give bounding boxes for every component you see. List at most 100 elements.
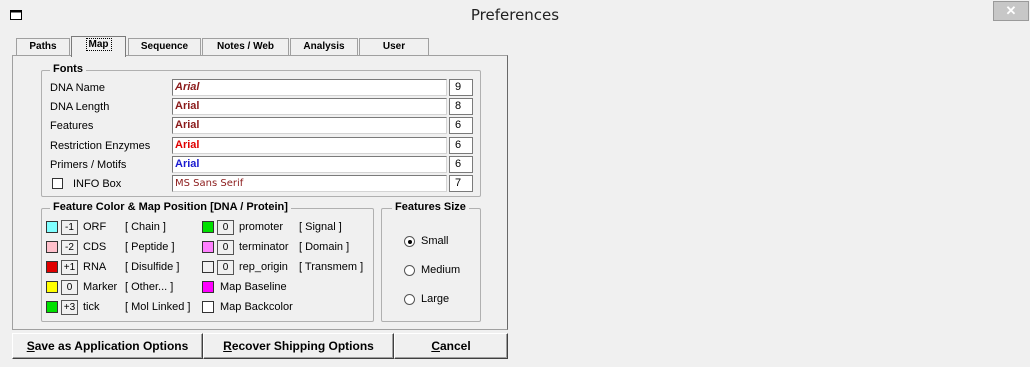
save-as-application-options-button[interactable]: Save as Application Options [12, 333, 203, 359]
tab-label: Map [85, 38, 112, 51]
map-position-field[interactable]: 0 [217, 220, 234, 235]
protein-feature: [ Mol Linked ] [125, 301, 191, 313]
window-title: Preferences [470, 6, 560, 24]
tab-map[interactable]: Map [71, 36, 126, 57]
font-size-field[interactable]: 6 [449, 137, 473, 154]
feature-color-legend: Feature Color & Map Position [DNA / Prot… [50, 201, 291, 213]
font-size-field[interactable]: 8 [449, 98, 473, 115]
feature-name: rep_origin [239, 261, 288, 273]
font-row-primers-motifs: Primers / Motifs Arial 6 [42, 156, 482, 174]
protein-feature: [ Chain ] [125, 221, 166, 233]
map-position-field[interactable]: -2 [61, 240, 78, 255]
font-size-field[interactable]: 9 [449, 79, 473, 96]
button-label: ecover Shipping Options [231, 339, 374, 353]
tab-user[interactable]: User [359, 38, 429, 56]
tab-label: Paths [29, 41, 57, 52]
color-swatch[interactable] [202, 241, 214, 253]
font-row-label: Primers / Motifs [50, 159, 127, 171]
feature-item-promoter: 0 promoter [ Signal ] [202, 220, 372, 236]
feature-name: promoter [239, 221, 284, 233]
info-box-checkbox[interactable] [52, 178, 63, 189]
color-swatch[interactable] [46, 301, 58, 313]
feature-item-cds: -2 CDS [ Peptide ] [46, 240, 206, 256]
button-accelerator: R [223, 339, 232, 353]
recover-shipping-options-button[interactable]: Recover Shipping Options [203, 333, 394, 359]
tab-paths[interactable]: Paths [16, 38, 70, 56]
font-name-field[interactable]: Arial [172, 98, 447, 115]
font-name-field[interactable]: MS Sans Serif [172, 175, 447, 192]
feature-color-group: Feature Color & Map Position [DNA / Prot… [41, 201, 374, 322]
map-baseline-label: Map Baseline [220, 281, 287, 293]
color-swatch[interactable] [202, 261, 214, 273]
feature-name: Marker [83, 281, 118, 293]
feature-item-rep-origin: 0 rep_origin [ Transmem ] [202, 260, 372, 276]
feature-name: RNA [83, 261, 107, 273]
color-swatch[interactable] [46, 241, 58, 253]
font-row-label: Restriction Enzymes [50, 140, 151, 152]
font-name-field[interactable]: Arial [172, 117, 447, 134]
close-icon: ✕ [1005, 3, 1017, 18]
tab-label: User [382, 41, 406, 52]
map-baseline-item: Map Baseline [202, 280, 372, 296]
font-row-restriction-enzymes: Restriction Enzymes Arial 6 [42, 137, 482, 155]
radio-button[interactable] [404, 294, 415, 305]
close-button[interactable]: ✕ [993, 1, 1029, 21]
font-row-label: INFO Box [73, 178, 122, 190]
radio-label: Medium [421, 264, 461, 276]
tab-sequence[interactable]: Sequence [128, 38, 201, 56]
feature-name: terminator [239, 241, 289, 253]
font-size-field[interactable]: 7 [449, 175, 473, 192]
map-position-field[interactable]: +3 [61, 300, 78, 315]
fonts-group: Fonts DNA Name Arial 9 DNA Length Arial … [41, 63, 482, 197]
map-tab-panel: Fonts DNA Name Arial 9 DNA Length Arial … [12, 55, 508, 330]
tab-label: Notes / Web [216, 41, 275, 52]
cancel-button[interactable]: Cancel [394, 333, 508, 359]
font-size-field[interactable]: 6 [449, 156, 473, 173]
font-row-dna-name: DNA Name Arial 9 [42, 79, 482, 97]
color-swatch[interactable] [46, 261, 58, 273]
map-position-field[interactable]: 0 [61, 280, 78, 295]
fonts-legend: Fonts [50, 63, 86, 75]
color-swatch[interactable] [202, 221, 214, 233]
tab-analysis[interactable]: Analysis [290, 38, 358, 56]
tab-notes-web[interactable]: Notes / Web [202, 38, 289, 56]
radio-label: Large [421, 293, 450, 305]
button-label: ancel [439, 339, 471, 353]
feature-item-orf: -1 ORF [ Chain ] [46, 220, 206, 236]
map-baseline-swatch[interactable] [202, 281, 214, 293]
map-backcolor-label: Map Backcolor [220, 301, 293, 313]
color-swatch[interactable] [46, 281, 58, 293]
tab-label: Sequence [140, 41, 189, 52]
font-name-field[interactable]: Arial [172, 79, 447, 96]
map-position-field[interactable]: 0 [217, 240, 234, 255]
radio-button[interactable] [404, 265, 415, 276]
color-swatch[interactable] [46, 221, 58, 233]
protein-feature: [ Disulfide ] [125, 261, 180, 273]
map-backcolor-swatch[interactable] [202, 301, 214, 313]
protein-feature: [ Other... ] [125, 281, 174, 293]
tab-label: Analysis [303, 41, 345, 52]
button-accelerator: C [431, 339, 440, 353]
button-accelerator: S [26, 339, 35, 353]
feature-name: CDS [83, 241, 107, 253]
protein-feature: [ Transmem ] [299, 261, 364, 273]
font-size-field[interactable]: 6 [449, 117, 473, 134]
map-backcolor-item: Map Backcolor [202, 300, 372, 316]
font-name-field[interactable]: Arial [172, 156, 447, 173]
feature-item-terminator: 0 terminator [ Domain ] [202, 240, 372, 256]
protein-feature: [ Peptide ] [125, 241, 175, 253]
radio-button[interactable] [404, 236, 415, 247]
font-row-label: Features [50, 120, 94, 132]
map-position-field[interactable]: 0 [217, 260, 234, 275]
protein-feature: [ Domain ] [299, 241, 350, 253]
radio-label: Small [421, 235, 449, 247]
feature-item-tick: +3 tick [ Mol Linked ] [46, 300, 206, 316]
features-size-legend: Features Size [392, 201, 469, 213]
feature-name: tick [83, 301, 100, 313]
font-row-dna-length: DNA Length Arial 8 [42, 98, 482, 116]
map-position-field[interactable]: -1 [61, 220, 78, 235]
font-row-info-box: INFO Box MS Sans Serif 7 [42, 175, 482, 193]
map-position-field[interactable]: +1 [61, 260, 78, 275]
font-name-field[interactable]: Arial [172, 137, 447, 154]
protein-feature: [ Signal ] [299, 221, 342, 233]
